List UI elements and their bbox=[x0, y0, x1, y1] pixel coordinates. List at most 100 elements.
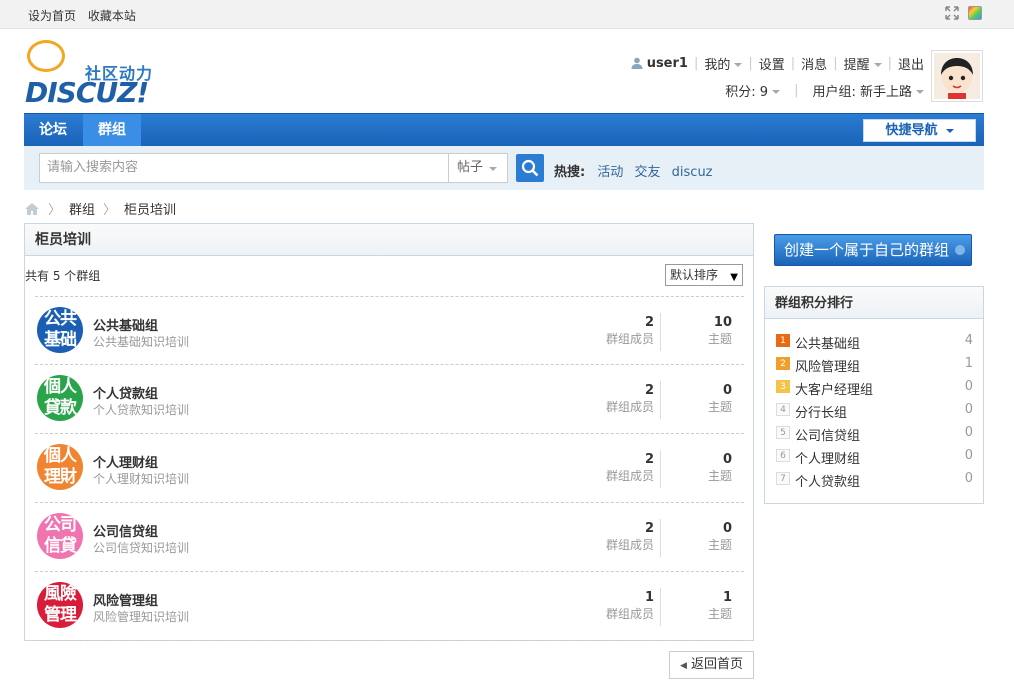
rank-group-name[interactable]: 个人理财组 bbox=[795, 448, 860, 467]
rank-value: 0 bbox=[964, 379, 973, 394]
thread-label: 主题 bbox=[707, 332, 732, 346]
group-members: 2 群组成员 bbox=[606, 315, 654, 347]
username-link[interactable]: user1 bbox=[647, 56, 688, 71]
group-logo[interactable]: 公司 信貸 bbox=[37, 513, 83, 559]
member-label: 群组成员 bbox=[605, 607, 654, 621]
group-members: 1 群组成员 bbox=[606, 590, 654, 622]
rank-number: 6 bbox=[776, 449, 790, 462]
rank-number: 2 bbox=[776, 357, 790, 370]
top-bar: 设为首页 收藏本站 bbox=[0, 0, 1014, 29]
tab-group[interactable]: 群组 bbox=[83, 114, 141, 146]
group-members: 2 群组成员 bbox=[606, 383, 654, 415]
mine-label: 我的 bbox=[704, 57, 731, 73]
group-desc: 风险管理知识培训 bbox=[93, 610, 190, 624]
group-threads: 10 主题 bbox=[708, 315, 732, 347]
bookmark-link[interactable]: 收藏本站 bbox=[88, 9, 136, 23]
panel-title: 柜员培训 bbox=[25, 224, 753, 256]
hot-search-link[interactable]: discuz bbox=[672, 165, 713, 180]
group-members: 2 群组成员 bbox=[606, 452, 654, 484]
messages-link[interactable]: 消息 bbox=[801, 54, 827, 73]
quick-nav-button[interactable]: 快捷导航 bbox=[863, 119, 976, 142]
search-bar: 请输入搜索内容 帖子 热搜: 活动 交友 discuz bbox=[24, 146, 984, 190]
group-name[interactable]: 风险管理组 bbox=[93, 590, 158, 609]
member-count: 2 bbox=[644, 452, 654, 467]
divider bbox=[660, 450, 661, 488]
chevron-down-icon bbox=[489, 167, 497, 171]
group-name[interactable]: 个人理财组 bbox=[93, 452, 158, 471]
group-logo[interactable]: 個人 理財 bbox=[37, 444, 83, 490]
rank-number: 5 bbox=[776, 426, 790, 439]
ranking-item: 2 风险管理组 1 bbox=[765, 354, 983, 377]
ranking-item: 1 公共基础组 4 bbox=[765, 331, 983, 354]
group-threads: 0 主题 bbox=[708, 452, 732, 484]
thread-count: 0 bbox=[722, 521, 732, 536]
mine-menu[interactable]: 我的 bbox=[704, 54, 743, 73]
hot-search-link[interactable]: 活动 bbox=[597, 165, 623, 180]
thread-label: 主题 bbox=[707, 607, 732, 621]
avatar[interactable] bbox=[931, 50, 983, 102]
rank-number: 4 bbox=[776, 403, 790, 416]
rank-group-name[interactable]: 风险管理组 bbox=[795, 356, 860, 375]
member-label: 群组成员 bbox=[605, 332, 654, 346]
fullscreen-icon[interactable] bbox=[945, 6, 959, 20]
remind-menu[interactable]: 提醒 bbox=[844, 54, 882, 73]
group-item: 個人 理財 个人理财组 个人理财知识培训 2 群组成员 0 主题 bbox=[35, 434, 744, 503]
tab-forum[interactable]: 论坛 bbox=[24, 114, 82, 146]
member-label: 群组成员 bbox=[605, 400, 654, 414]
search-type-label: 帖子 bbox=[457, 160, 484, 175]
ranking-item: 6 个人理财组 0 bbox=[765, 446, 983, 469]
avatar-image bbox=[934, 53, 980, 99]
hot-search-link[interactable]: 交友 bbox=[635, 165, 661, 180]
divider bbox=[660, 588, 661, 626]
logout-link[interactable]: 退出 bbox=[898, 54, 924, 73]
search-button[interactable] bbox=[516, 154, 544, 182]
divider bbox=[660, 381, 661, 419]
ranking-item: 4 分行长组 0 bbox=[765, 400, 983, 423]
settings-link[interactable]: 设置 bbox=[759, 54, 785, 73]
rank-group-name[interactable]: 公司信贷组 bbox=[795, 425, 860, 444]
theme-color-icon[interactable] bbox=[968, 6, 982, 20]
home-icon[interactable] bbox=[24, 202, 40, 216]
group-logo[interactable]: 公共 基础 bbox=[37, 307, 83, 353]
remind-label: 提醒 bbox=[843, 57, 870, 73]
sort-select[interactable]: 默认排序 ▼ bbox=[665, 264, 743, 286]
rank-group-name[interactable]: 个人贷款组 bbox=[795, 471, 860, 490]
divider bbox=[660, 313, 661, 351]
user-icon bbox=[631, 57, 643, 69]
search-input[interactable]: 请输入搜索内容 bbox=[39, 153, 449, 183]
back-home-button[interactable]: ◀ 返回首页 bbox=[669, 651, 754, 679]
ranking-list: 1 公共基础组 4 2 风险管理组 1 3 大客户经理组 0 4 分行长组 0 5 公司信贷组 0 … bbox=[765, 331, 983, 492]
usergroup-menu[interactable]: 用户组: 新手上路 bbox=[812, 81, 924, 100]
group-logo[interactable]: 風險 管理 bbox=[37, 582, 83, 628]
dropdown-arrow-icon: ▼ bbox=[730, 272, 738, 283]
thread-count: 0 bbox=[722, 383, 732, 398]
member-count: 2 bbox=[644, 315, 654, 330]
rank-group-name[interactable]: 公共基础组 bbox=[795, 333, 860, 352]
member-label: 群组成员 bbox=[605, 469, 654, 483]
rank-group-name[interactable]: 分行长组 bbox=[795, 402, 847, 421]
group-name[interactable]: 公司信贷组 bbox=[93, 521, 158, 540]
group-threads: 1 主题 bbox=[708, 590, 732, 622]
main-nav: 论坛 群组 快捷导航 bbox=[24, 113, 984, 146]
group-name[interactable]: 个人贷款组 bbox=[93, 383, 158, 402]
group-panel: 柜员培训 共有 5 个群组 默认排序 ▼ 公共 基础 公共基础组 公共基础知识培训… bbox=[24, 223, 754, 641]
rank-value: 0 bbox=[964, 402, 973, 417]
user-bar: user1 | 我的 | 设置 | 消息 | 提醒 | 退出 积分: 9 | 用… bbox=[631, 54, 924, 100]
group-desc: 公共基础知识培训 bbox=[93, 335, 190, 349]
group-name[interactable]: 公共基础组 bbox=[93, 315, 158, 334]
credits-label: 积分: 9 bbox=[725, 84, 769, 100]
hot-search-label: 热搜: bbox=[554, 165, 586, 180]
ranking-item: 3 大客户经理组 0 bbox=[765, 377, 983, 400]
breadcrumb-item[interactable]: 柜员培训 bbox=[124, 199, 176, 218]
group-logo[interactable]: 個人 貸款 bbox=[37, 375, 83, 421]
create-group-button[interactable]: 创建一个属于自己的群组 bbox=[774, 234, 972, 266]
credits-menu[interactable]: 积分: 9 bbox=[725, 81, 781, 100]
breadcrumb-item[interactable]: 群组 bbox=[69, 199, 95, 218]
rank-value: 0 bbox=[964, 448, 973, 463]
ranking-item: 7 个人贷款组 0 bbox=[765, 469, 983, 492]
logo[interactable]: 社区动力 DISCUZ! bbox=[25, 40, 160, 109]
rank-group-name[interactable]: 大客户经理组 bbox=[795, 379, 873, 398]
search-type-select[interactable]: 帖子 bbox=[448, 153, 508, 183]
set-home-link[interactable]: 设为首页 bbox=[28, 9, 76, 23]
group-item: 風險 管理 风险管理组 风险管理知识培训 1 群组成员 1 主题 bbox=[35, 572, 744, 641]
